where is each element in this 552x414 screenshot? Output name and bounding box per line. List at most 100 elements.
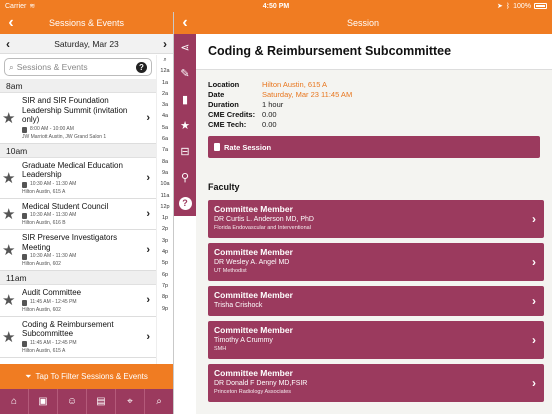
- star-icon[interactable]: ★: [2, 109, 15, 127]
- list-item[interactable]: ★ Medical Student Council 10:30 AM - 11:30…: [0, 198, 156, 230]
- detail-row: Location Hilton Austin, 615 A: [208, 80, 540, 90]
- exhibitors-tab-icon[interactable]: ▤: [87, 389, 116, 414]
- filter-button[interactable]: ⏷ Tap To Filter Sessions & Events: [0, 364, 173, 389]
- index-letter[interactable]: 7p: [162, 281, 168, 292]
- index-letter[interactable]: 3p: [162, 236, 168, 247]
- detail-value[interactable]: Hilton Austin, 615 A: [262, 80, 327, 90]
- list-item[interactable]: ★ SIR Preserve Investigators Meeting 10:30…: [0, 230, 156, 271]
- pencil-icon[interactable]: ✎: [174, 60, 196, 86]
- calendar-icon: [22, 181, 27, 188]
- chevron-right-icon: ›: [146, 330, 150, 343]
- index-letter[interactable]: 11a: [161, 191, 170, 202]
- detail-label: Duration: [208, 100, 239, 109]
- star-icon[interactable]: ★: [2, 205, 15, 223]
- index-letter[interactable]: 8a: [162, 157, 168, 168]
- session-list: 8am ★ SIR and SIR Foundation Leadership Su…: [0, 79, 156, 364]
- star-icon[interactable]: ★: [2, 241, 15, 259]
- chevron-right-icon: ›: [532, 212, 536, 226]
- index-letter[interactable]: 10a: [160, 179, 169, 190]
- calendar-icon: [22, 254, 27, 260]
- left-back-button[interactable]: ‹: [0, 12, 22, 34]
- search-icon: ⌕: [9, 61, 14, 72]
- index-letter[interactable]: 12p: [160, 202, 169, 213]
- left-nav-title: Sessions & Events: [48, 18, 125, 28]
- faculty-card[interactable]: Committee Member Timothy A Crummy SMH ›: [208, 321, 544, 359]
- help-icon[interactable]: ?: [136, 61, 147, 73]
- calendar-icon: [22, 299, 27, 306]
- star-icon[interactable]: ★: [2, 291, 15, 309]
- prev-day-button[interactable]: ‹: [6, 37, 10, 51]
- help-circle-icon[interactable]: ?: [174, 190, 196, 216]
- faculty-card[interactable]: Committee Member DR Curtis L. Anderson MD…: [208, 200, 544, 238]
- faculty-card[interactable]: Committee Member Trisha Crishock ›: [208, 286, 544, 316]
- calendar-icon: [22, 126, 27, 133]
- index-letter[interactable]: 5p: [162, 258, 168, 269]
- session-title: Coding & Reimbursement Subcommittee: [208, 44, 452, 58]
- index-letter[interactable]: 1a: [162, 78, 168, 89]
- presentation-tab-icon[interactable]: ▣: [29, 389, 58, 414]
- index-search-icon[interactable]: ⌕: [163, 55, 166, 66]
- chevron-right-icon: ›: [532, 255, 536, 269]
- index-letter[interactable]: 9p: [162, 304, 168, 315]
- detail-row: Date Saturday, Mar 23 11:45 AM: [208, 90, 540, 100]
- list-item[interactable]: ★ SIR and SIR Foundation Leadership Summi…: [0, 93, 156, 144]
- index-letter[interactable]: 12a: [160, 66, 169, 77]
- index-letter[interactable]: 2p: [162, 224, 168, 235]
- faculty-card[interactable]: Committee Member DR Wesley A. Angel MD UT …: [208, 243, 544, 281]
- star-icon[interactable]: ★: [2, 169, 15, 187]
- session-item-title: Medical Student Council: [22, 201, 109, 211]
- next-day-button[interactable]: ›: [163, 37, 167, 51]
- faculty-org: UT Methodist: [214, 268, 247, 274]
- home-tab-icon[interactable]: ⌂: [0, 389, 29, 414]
- session-time-text: 10:30 AM - 11:30 AM: [30, 212, 77, 218]
- session-item-title: SIR and SIR Foundation Leadership Summit…: [22, 96, 128, 124]
- faculty-list: Committee Member DR Curtis L. Anderson MD…: [196, 200, 552, 402]
- status-bar: Carrier ≋ 4:50 PM ➤ ᛒ 100%: [0, 0, 552, 12]
- index-letter[interactable]: 8p: [162, 292, 168, 303]
- detail-label: Location: [208, 80, 240, 89]
- chevron-right-icon: ›: [532, 376, 536, 390]
- map-tab-icon[interactable]: ⌖: [116, 389, 145, 414]
- time-index[interactable]: ⌕ 12a 1a 2a 3a 4a 5a 6a 7a 8a 9a 10a 11a 12p 1p 2p 3p 4p…: [156, 55, 173, 364]
- detail-value[interactable]: Saturday, Mar 23 11:45 AM: [262, 90, 352, 100]
- search-placeholder: Sessions & Events: [16, 62, 88, 72]
- faculty-role: Committee Member: [214, 247, 293, 257]
- faculty-heading: Faculty: [208, 182, 240, 192]
- battery-icon: [534, 3, 547, 9]
- star-icon[interactable]: ★: [2, 328, 15, 346]
- document-icon: [214, 143, 220, 151]
- list-item[interactable]: ★ Coding & Reimbursement Subcommittee 11:4…: [0, 316, 156, 358]
- faculty-name: DR Wesley A. Angel MD: [214, 259, 290, 266]
- detail-label: Date: [208, 90, 225, 99]
- chevron-right-icon: ›: [146, 111, 150, 124]
- search-tab-icon[interactable]: ⌕: [145, 389, 173, 414]
- people-tab-icon[interactable]: ☺: [58, 389, 87, 414]
- index-letter[interactable]: 5a: [162, 123, 168, 134]
- index-letter[interactable]: 1p: [162, 213, 168, 224]
- list-item[interactable]: ★ Audit Committee 11:45 AM - 12:45 PM Hilto…: [0, 285, 156, 317]
- list-item[interactable]: ★ Graduate Medical Education Leadership 10…: [0, 157, 156, 199]
- right-back-button[interactable]: ‹: [174, 12, 196, 34]
- faculty-name: Trisha Crishock: [214, 302, 263, 309]
- chevron-right-icon: ›: [146, 294, 150, 307]
- index-letter[interactable]: 2a: [162, 89, 168, 100]
- index-letter[interactable]: 4a: [162, 111, 168, 122]
- session-time-text: 8:00 AM - 10:00 AM: [30, 125, 74, 132]
- rate-session-button[interactable]: Rate Session: [208, 136, 540, 158]
- detail-row: Duration 1 hour: [208, 100, 540, 110]
- index-letter[interactable]: 4p: [162, 247, 168, 258]
- index-letter[interactable]: 6p: [162, 270, 168, 281]
- hour-header: 8am: [0, 79, 156, 93]
- signpost-icon[interactable]: ⊟: [174, 138, 196, 164]
- star-icon[interactable]: ★: [174, 112, 196, 138]
- share-icon[interactable]: ⋖: [174, 34, 196, 60]
- map-pin-icon[interactable]: ⚲: [174, 164, 196, 190]
- search-input[interactable]: ⌕ Sessions & Events ?: [4, 58, 152, 76]
- index-letter[interactable]: 9a: [162, 168, 168, 179]
- rate-wrap: Rate Session: [196, 136, 552, 158]
- faculty-card[interactable]: Committee Member DR Donald F Denny MD,FSI…: [208, 364, 544, 402]
- index-letter[interactable]: 3a: [162, 100, 168, 111]
- clipboard-icon[interactable]: ▮: [174, 86, 196, 112]
- index-letter[interactable]: 6a: [162, 134, 168, 145]
- index-letter[interactable]: 7a: [162, 145, 168, 156]
